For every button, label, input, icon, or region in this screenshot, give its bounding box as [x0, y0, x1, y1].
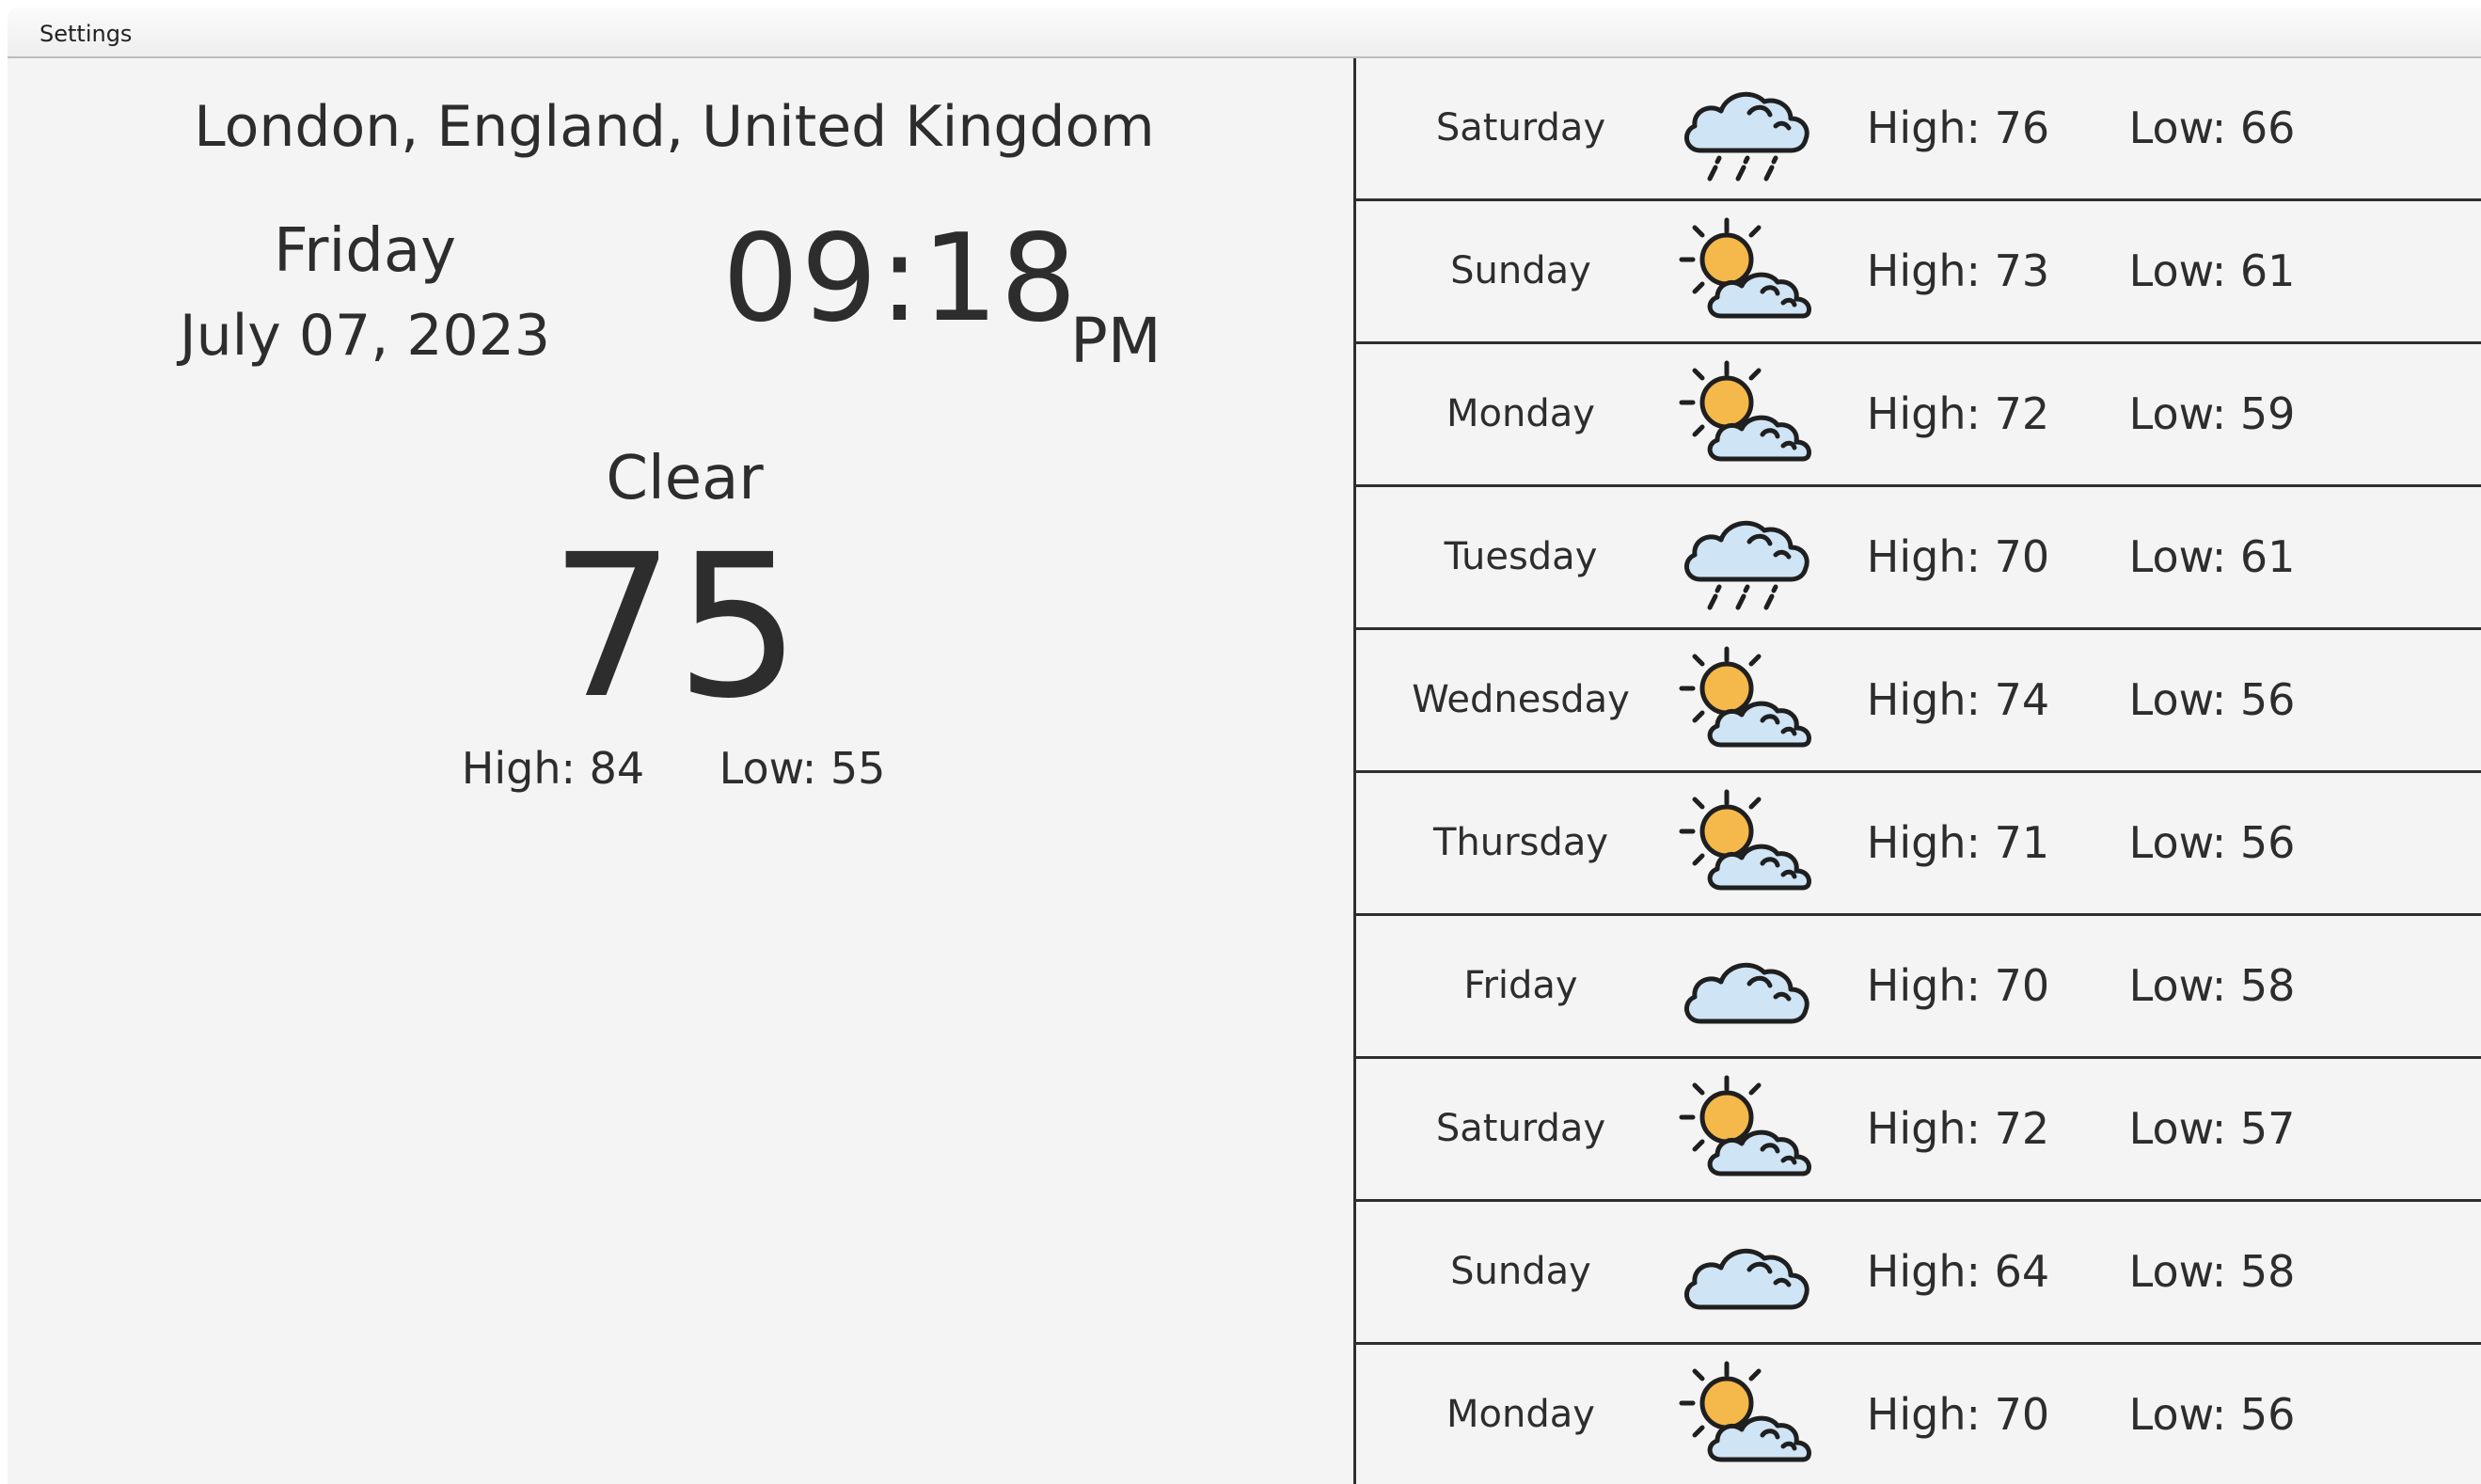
forecast-low-temp: Low: 56 — [2128, 817, 2296, 868]
forecast-high-temp: High: 70 — [1866, 531, 2050, 582]
forecast-row: Tuesday High: 70 Low: 61 — [1356, 487, 2481, 630]
menu-bar: Settings — [8, 8, 2481, 58]
forecast-day-label: Sunday — [1450, 1250, 1591, 1293]
forecast-low-temp: Low: 66 — [2128, 103, 2296, 153]
location-label: London, England, United Kingdom — [194, 94, 1155, 160]
forecast-day-label: Tuesday — [1444, 535, 1598, 578]
partly-cloudy-icon — [1672, 786, 1813, 901]
forecast-low-temp: Low: 56 — [2128, 1389, 2296, 1440]
forecast-low-temp: Low: 58 — [2128, 1246, 2296, 1297]
forecast-high-temp: High: 71 — [1866, 817, 2050, 868]
forecast-low-temp: Low: 61 — [2128, 245, 2296, 296]
forecast-row: Sunday High: 64 Low: 58 — [1356, 1202, 2481, 1345]
current-date-label: July 07, 2023 — [179, 303, 551, 369]
partly-cloudy-icon — [1672, 1358, 1813, 1473]
forecast-day-label: Wednesday — [1412, 678, 1630, 721]
forecast-day-label: Monday — [1446, 1393, 1595, 1436]
partly-cloudy-icon — [1672, 214, 1813, 329]
forecast-row: Friday High: 70 Low: 58 — [1356, 916, 2481, 1059]
partly-cloudy-icon — [1672, 357, 1813, 472]
forecast-row: Monday High: 70 Low: 56 — [1356, 1345, 2481, 1484]
forecast-low-temp: Low: 61 — [2128, 531, 2296, 582]
forecast-low-temp: Low: 56 — [2128, 674, 2296, 725]
forecast-day-label: Thursday — [1433, 821, 1608, 864]
forecast-high-temp: High: 74 — [1866, 674, 2050, 725]
forecast-high-temp: High: 64 — [1866, 1246, 2050, 1297]
current-weather-panel: London, England, United Kingdom Friday J… — [8, 58, 1353, 1484]
forecast-row: Thursday High: 71 Low: 56 — [1356, 773, 2481, 916]
forecast-row: Wednesday High: 74 Low: 56 — [1356, 630, 2481, 773]
weather-app-window: Settings London, England, United Kingdom… — [8, 8, 2481, 1484]
condition-label: Clear — [606, 444, 764, 513]
settings-menu[interactable]: Settings — [34, 19, 137, 49]
forecast-high-temp: High: 76 — [1866, 103, 2050, 153]
forecast-row: Sunday High: 73 Low: 61 — [1356, 201, 2481, 344]
forecast-high-temp: High: 72 — [1866, 388, 2050, 439]
current-temperature: 75 — [549, 512, 801, 742]
partly-cloudy-icon — [1672, 1072, 1813, 1187]
forecast-day-label: Sunday — [1450, 249, 1591, 292]
cloud-icon — [1672, 1215, 1813, 1330]
current-day-label: Friday — [274, 216, 456, 286]
partly-cloudy-icon — [1672, 643, 1813, 758]
ampm-label: PM — [1070, 305, 1161, 377]
forecast-high-temp: High: 73 — [1866, 245, 2050, 296]
forecast-low-temp: Low: 58 — [2128, 960, 2296, 1011]
forecast-high-temp: High: 70 — [1866, 960, 2050, 1011]
forecast-row: Saturday High: 76 Low: 66 — [1356, 58, 2481, 201]
forecast-day-label: Friday — [1463, 964, 1578, 1007]
forecast-list: Saturday High: 76 Low: 66 Sunday High: 73 Low… — [1353, 58, 2481, 1484]
current-high-temp: High: 84 — [461, 743, 645, 794]
forecast-day-label: Monday — [1446, 392, 1595, 435]
current-low-temp: Low: 55 — [719, 743, 886, 794]
forecast-low-temp: Low: 57 — [2128, 1103, 2296, 1154]
current-time-label: 09:18 — [722, 209, 1079, 349]
forecast-day-label: Saturday — [1435, 106, 1606, 150]
rain-cloud-icon — [1672, 71, 1813, 186]
forecast-row: Monday High: 72 Low: 59 — [1356, 344, 2481, 487]
forecast-row: Saturday High: 72 Low: 57 — [1356, 1059, 2481, 1202]
forecast-day-label: Saturday — [1435, 1107, 1606, 1150]
forecast-high-temp: High: 72 — [1866, 1103, 2050, 1154]
forecast-high-temp: High: 70 — [1866, 1389, 2050, 1440]
rain-cloud-icon — [1672, 500, 1813, 615]
forecast-low-temp: Low: 59 — [2128, 388, 2296, 439]
cloud-icon — [1672, 929, 1813, 1044]
